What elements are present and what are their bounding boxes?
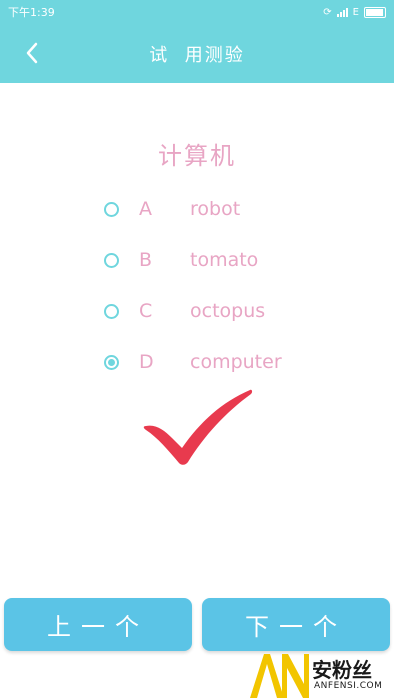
prev-button[interactable]: 上一个	[4, 598, 192, 651]
page-title: 试 用测验	[149, 45, 245, 66]
watermark-cn: 安粉丝	[312, 658, 372, 682]
radio-button[interactable]	[104, 201, 119, 217]
anfensi-logo	[250, 654, 309, 698]
radio-button-selected[interactable]	[104, 354, 119, 370]
radio-button[interactable]	[104, 303, 119, 319]
status-bar: 下午1:39 ⟳ E	[0, 0, 394, 24]
option-text: computer	[190, 351, 282, 373]
option-c[interactable]: C octopus	[104, 296, 304, 326]
option-b[interactable]: B tomato	[104, 245, 304, 275]
option-letter: B	[139, 249, 153, 271]
option-letter: D	[139, 351, 154, 373]
status-icons: ⟳ E	[323, 6, 386, 18]
watermark-en: ANFENSI.COM	[314, 681, 383, 691]
radio-button[interactable]	[104, 252, 119, 268]
option-text: octopus	[190, 300, 266, 322]
option-text: robot	[190, 198, 241, 220]
option-letter: C	[139, 300, 153, 322]
option-d[interactable]: D computer	[104, 347, 304, 377]
question-word: 计算机	[158, 142, 236, 170]
battery-icon	[364, 6, 386, 18]
status-time: 下午1:39	[8, 6, 55, 19]
watermark: 安粉丝 ANFENSI.COM	[248, 650, 394, 700]
checkmark-icon	[143, 389, 253, 465]
option-a[interactable]: A robot	[104, 194, 304, 224]
nav-bar: 试 用测验	[0, 24, 394, 83]
option-text: tomato	[190, 249, 259, 271]
signal-icon	[336, 7, 348, 17]
network-type: E	[352, 6, 359, 18]
sync-icon: ⟳	[323, 6, 332, 18]
next-button[interactable]: 下一个	[202, 598, 390, 651]
option-letter: A	[139, 198, 152, 220]
